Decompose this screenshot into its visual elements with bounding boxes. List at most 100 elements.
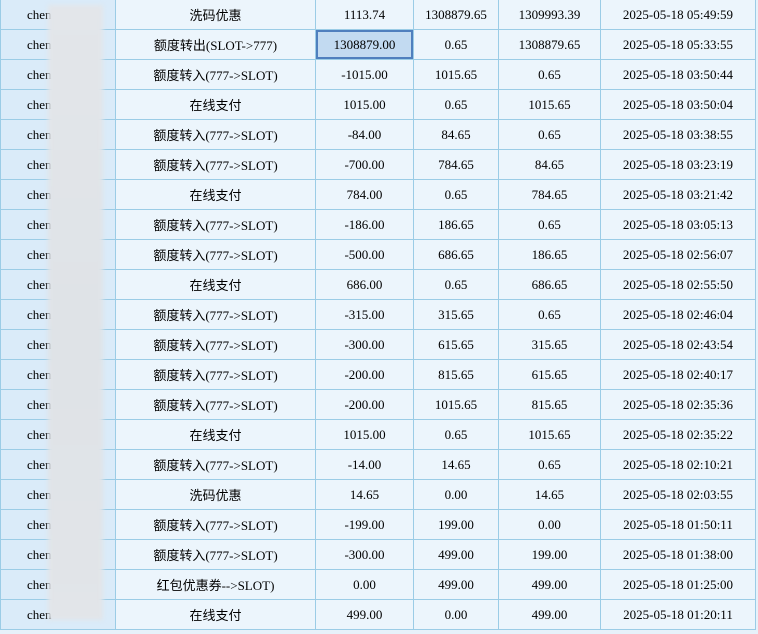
amount-cell[interactable]: -200.00 [315,389,414,420]
amount-cell[interactable]: 1113.74 [315,0,414,30]
balance-before-cell[interactable]: 84.65 [413,119,499,150]
timestamp-cell[interactable]: 2025-05-18 05:33:55 [600,29,756,60]
timestamp-cell[interactable]: 2025-05-18 01:20:11 [600,599,756,630]
username-cell[interactable]: chen [0,599,116,630]
username-cell[interactable]: chen [0,329,116,360]
amount-cell[interactable]: -300.00 [315,539,414,570]
balance-after-cell[interactable]: 499.00 [498,599,601,630]
balance-before-cell[interactable]: 686.65 [413,239,499,270]
balance-after-cell[interactable]: 784.65 [498,179,601,210]
balance-before-cell[interactable]: 815.65 [413,359,499,390]
transaction-type-cell[interactable]: 额度转入(777->SLOT) [115,209,316,240]
username-cell[interactable]: chen [0,359,116,390]
username-cell[interactable]: chen [0,149,116,180]
balance-after-cell[interactable]: 1309993.39 [498,0,601,30]
balance-after-cell[interactable]: 1308879.65 [498,29,601,60]
transaction-type-cell[interactable]: 洗码优惠 [115,479,316,510]
amount-cell[interactable]: 784.00 [315,179,414,210]
balance-before-cell[interactable]: 1015.65 [413,389,499,420]
balance-after-cell[interactable]: 0.65 [498,209,601,240]
timestamp-cell[interactable]: 2025-05-18 01:38:00 [600,539,756,570]
balance-before-cell[interactable]: 0.65 [413,89,499,120]
username-cell[interactable]: chen [0,569,116,600]
username-cell[interactable]: chen [0,509,116,540]
balance-after-cell[interactable]: 0.65 [498,119,601,150]
balance-before-cell[interactable]: 499.00 [413,569,499,600]
balance-after-cell[interactable]: 815.65 [498,389,601,420]
balance-after-cell[interactable]: 84.65 [498,149,601,180]
balance-after-cell[interactable]: 0.00 [498,509,601,540]
amount-cell[interactable]: -200.00 [315,359,414,390]
timestamp-cell[interactable]: 2025-05-18 03:21:42 [600,179,756,210]
timestamp-cell[interactable]: 2025-05-18 03:50:04 [600,89,756,120]
timestamp-cell[interactable]: 2025-05-18 03:05:13 [600,209,756,240]
transaction-type-cell[interactable]: 额度转入(777->SLOT) [115,359,316,390]
username-cell[interactable]: chen [0,179,116,210]
timestamp-cell[interactable]: 2025-05-18 03:23:19 [600,149,756,180]
username-cell[interactable]: chen [0,119,116,150]
balance-before-cell[interactable]: 1308879.65 [413,0,499,30]
balance-before-cell[interactable]: 0.00 [413,599,499,630]
balance-before-cell[interactable]: 14.65 [413,449,499,480]
transaction-type-cell[interactable]: 额度转入(777->SLOT) [115,449,316,480]
amount-cell[interactable]: -186.00 [315,209,414,240]
balance-after-cell[interactable]: 1015.65 [498,89,601,120]
username-cell[interactable]: chen [0,299,116,330]
balance-before-cell[interactable]: 199.00 [413,509,499,540]
username-cell[interactable]: chen [0,0,116,30]
balance-before-cell[interactable]: 0.65 [413,29,499,60]
transaction-type-cell[interactable]: 额度转入(777->SLOT) [115,59,316,90]
transaction-type-cell[interactable]: 额度转入(777->SLOT) [115,389,316,420]
username-cell[interactable]: chen [0,59,116,90]
username-cell[interactable]: chen [0,269,116,300]
username-cell[interactable]: chen [0,209,116,240]
username-cell[interactable]: chen [0,479,116,510]
amount-cell[interactable]: -300.00 [315,329,414,360]
amount-cell[interactable]: -199.00 [315,509,414,540]
username-cell[interactable]: chen [0,449,116,480]
transaction-type-cell[interactable]: 额度转入(777->SLOT) [115,149,316,180]
balance-after-cell[interactable]: 0.65 [498,449,601,480]
timestamp-cell[interactable]: 2025-05-18 02:03:55 [600,479,756,510]
balance-before-cell[interactable]: 784.65 [413,149,499,180]
balance-before-cell[interactable]: 315.65 [413,299,499,330]
timestamp-cell[interactable]: 2025-05-18 02:40:17 [600,359,756,390]
balance-after-cell[interactable]: 0.65 [498,299,601,330]
timestamp-cell[interactable]: 2025-05-18 02:55:50 [600,269,756,300]
amount-cell[interactable]: 14.65 [315,479,414,510]
transaction-type-cell[interactable]: 额度转入(777->SLOT) [115,539,316,570]
timestamp-cell[interactable]: 2025-05-18 01:50:11 [600,509,756,540]
transaction-type-cell[interactable]: 额度转入(777->SLOT) [115,509,316,540]
balance-before-cell[interactable]: 1015.65 [413,59,499,90]
amount-cell[interactable]: 499.00 [315,599,414,630]
balance-before-cell[interactable]: 0.65 [413,269,499,300]
timestamp-cell[interactable]: 2025-05-18 03:50:44 [600,59,756,90]
transaction-type-cell[interactable]: 额度转入(777->SLOT) [115,239,316,270]
timestamp-cell[interactable]: 2025-05-18 02:43:54 [600,329,756,360]
amount-cell[interactable]: -500.00 [315,239,414,270]
balance-after-cell[interactable]: 315.65 [498,329,601,360]
username-cell[interactable]: chen [0,539,116,570]
timestamp-cell[interactable]: 2025-05-18 03:38:55 [600,119,756,150]
balance-before-cell[interactable]: 499.00 [413,539,499,570]
transaction-type-cell[interactable]: 在线支付 [115,419,316,450]
transaction-type-cell[interactable]: 额度转出(SLOT->777) [115,29,316,60]
timestamp-cell[interactable]: 2025-05-18 05:49:59 [600,0,756,30]
username-cell[interactable]: chen [0,89,116,120]
amount-cell[interactable]: 0.00 [315,569,414,600]
username-cell[interactable]: chen [0,419,116,450]
transaction-type-cell[interactable]: 在线支付 [115,89,316,120]
timestamp-cell[interactable]: 2025-05-18 02:46:04 [600,299,756,330]
transaction-type-cell[interactable]: 额度转入(777->SLOT) [115,119,316,150]
amount-cell[interactable]: -700.00 [315,149,414,180]
balance-after-cell[interactable]: 615.65 [498,359,601,390]
balance-after-cell[interactable]: 0.65 [498,59,601,90]
balance-after-cell[interactable]: 686.65 [498,269,601,300]
transaction-type-cell[interactable]: 额度转入(777->SLOT) [115,299,316,330]
amount-cell[interactable]: -14.00 [315,449,414,480]
balance-before-cell[interactable]: 0.65 [413,179,499,210]
timestamp-cell[interactable]: 2025-05-18 01:25:00 [600,569,756,600]
timestamp-cell[interactable]: 2025-05-18 02:56:07 [600,239,756,270]
balance-before-cell[interactable]: 0.00 [413,479,499,510]
amount-cell[interactable]: 686.00 [315,269,414,300]
